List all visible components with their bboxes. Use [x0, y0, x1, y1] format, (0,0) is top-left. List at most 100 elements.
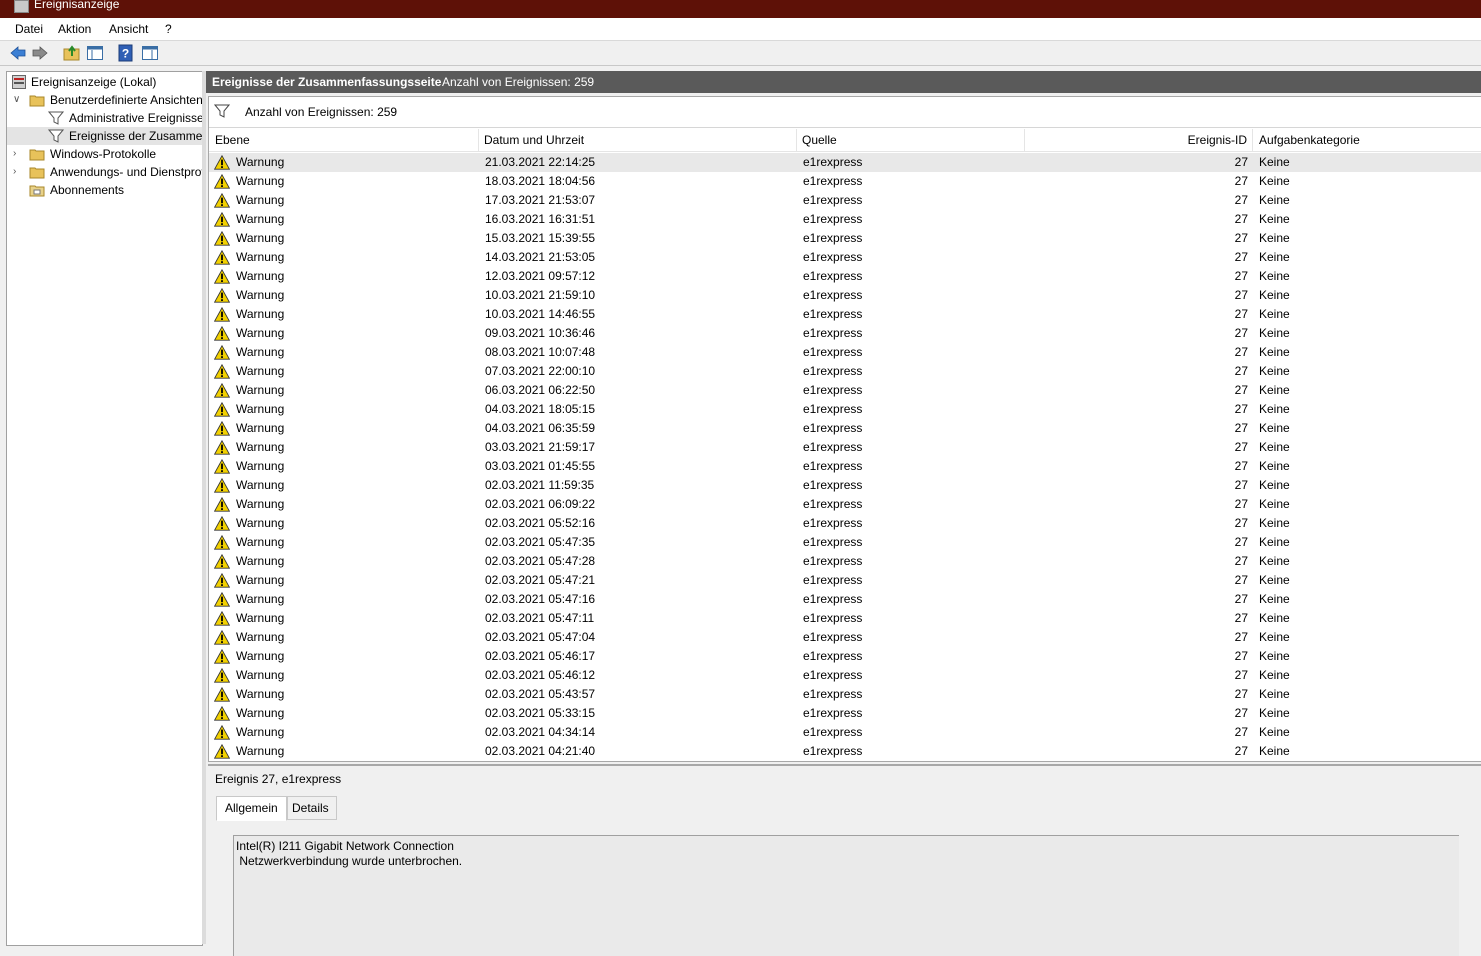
- cell-source: e1rexpress: [803, 516, 863, 530]
- cell-task-category: Keine: [1259, 459, 1290, 473]
- table-row[interactable]: Warnung 02.03.2021 11:59:35 e1rexpress 27 Ke…: [209, 476, 1481, 495]
- cell-datetime: 02.03.2021 05:43:57: [485, 687, 596, 701]
- tree-item-windows-logs[interactable]: › Windows-Protokolle: [7, 145, 202, 163]
- table-row[interactable]: Warnung 04.03.2021 18:05:15 e1rexpress 27 Ke…: [209, 400, 1481, 419]
- cell-level: Warnung: [236, 193, 285, 207]
- table-row[interactable]: Warnung 02.03.2021 05:52:16 e1rexpress 27 Ke…: [209, 514, 1481, 533]
- column-header-source[interactable]: Quelle: [797, 129, 1025, 151]
- cell-task-category: Keine: [1259, 155, 1290, 169]
- table-row[interactable]: Warnung 02.03.2021 06:09:22 e1rexpress 27 Ke…: [209, 495, 1481, 514]
- table-row[interactable]: Warnung 10.03.2021 14:46:55 e1rexpress 27 Ke…: [209, 305, 1481, 324]
- cell-datetime: 07.03.2021 22:00:10: [485, 364, 596, 378]
- cell-task-category: Keine: [1259, 250, 1290, 264]
- table-row[interactable]: Warnung 18.03.2021 18:04:56 e1rexpress 27 Ke…: [209, 172, 1481, 191]
- table-row[interactable]: Warnung 02.03.2021 05:47:11 e1rexpress 27 Ke…: [209, 609, 1481, 628]
- forward-arrow-icon[interactable]: [31, 44, 49, 62]
- menu-datei[interactable]: Datei: [15, 22, 43, 36]
- table-row[interactable]: Warnung 07.03.2021 22:00:10 e1rexpress 27 Ke…: [209, 362, 1481, 381]
- table-row[interactable]: Warnung 02.03.2021 05:33:15 e1rexpress 27 Ke…: [209, 704, 1481, 723]
- cell-source: e1rexpress: [803, 307, 863, 321]
- table-row[interactable]: Warnung 02.03.2021 05:47:28 e1rexpress 27 Ke…: [209, 552, 1481, 571]
- table-row[interactable]: Warnung 04.03.2021 06:35:59 e1rexpress 27 Ke…: [209, 419, 1481, 438]
- chevron-right-icon[interactable]: ›: [13, 167, 22, 177]
- table-row[interactable]: Warnung 02.03.2021 05:47:21 e1rexpress 27 Ke…: [209, 571, 1481, 590]
- table-row[interactable]: Warnung 12.03.2021 09:57:12 e1rexpress 27 Ke…: [209, 267, 1481, 286]
- cell-task-category: Keine: [1259, 592, 1290, 606]
- show-hide-action-icon[interactable]: [141, 44, 159, 62]
- warning-icon: [214, 364, 230, 379]
- table-row[interactable]: Warnung 03.03.2021 21:59:17 e1rexpress 27 Ke…: [209, 438, 1481, 457]
- warning-icon: [214, 668, 230, 683]
- chevron-right-icon[interactable]: ›: [13, 149, 22, 159]
- menu-ansicht[interactable]: Ansicht: [109, 22, 148, 36]
- table-row[interactable]: Warnung 03.03.2021 01:45:55 e1rexpress 27 Ke…: [209, 457, 1481, 476]
- cell-source: e1rexpress: [803, 668, 863, 682]
- table-row[interactable]: Warnung 02.03.2021 04:21:40 e1rexpress 27 Ke…: [209, 742, 1481, 761]
- table-row[interactable]: Warnung 02.03.2021 04:34:14 e1rexpress 27 Ke…: [209, 723, 1481, 742]
- table-row[interactable]: Warnung 02.03.2021 05:47:04 e1rexpress 27 Ke…: [209, 628, 1481, 647]
- cell-source: e1rexpress: [803, 573, 863, 587]
- back-arrow-icon[interactable]: [9, 44, 27, 62]
- warning-icon: [214, 402, 230, 417]
- cell-source: e1rexpress: [803, 554, 863, 568]
- help-icon[interactable]: ?: [117, 44, 135, 62]
- show-hide-tree-icon[interactable]: [86, 44, 104, 62]
- toolbar: ?: [0, 41, 1481, 66]
- folder-up-icon[interactable]: [63, 44, 81, 62]
- tree-item-custom-views[interactable]: ∨ Benutzerdefinierte Ansichten: [7, 91, 202, 109]
- cell-datetime: 10.03.2021 21:59:10: [485, 288, 596, 302]
- tree-item-root[interactable]: Ereignisanzeige (Lokal): [7, 73, 202, 91]
- table-row[interactable]: Warnung 08.03.2021 10:07:48 e1rexpress 27 Ke…: [209, 343, 1481, 362]
- table-row[interactable]: Warnung 02.03.2021 05:47:35 e1rexpress 27 Ke…: [209, 533, 1481, 552]
- view-title: Ereignisse der Zusammenfassungsseite: [212, 75, 442, 89]
- cell-datetime: 02.03.2021 04:34:14: [485, 725, 596, 739]
- table-row[interactable]: Warnung 15.03.2021 15:39:55 e1rexpress 27 Ke…: [209, 229, 1481, 248]
- tab-details[interactable]: Details: [287, 796, 337, 820]
- tree-item-subscriptions[interactable]: Abonnements: [7, 181, 202, 199]
- warning-icon: [214, 307, 230, 322]
- menu-help[interactable]: ?: [165, 22, 172, 36]
- table-row[interactable]: Warnung 02.03.2021 05:46:17 e1rexpress 27 Ke…: [209, 647, 1481, 666]
- folder-icon: [29, 167, 45, 179]
- cell-task-category: Keine: [1259, 402, 1290, 416]
- table-row[interactable]: Warnung 06.03.2021 06:22:50 e1rexpress 27 Ke…: [209, 381, 1481, 400]
- cell-task-category: Keine: [1259, 269, 1290, 283]
- table-row[interactable]: Warnung 14.03.2021 21:53:05 e1rexpress 27 Ke…: [209, 248, 1481, 267]
- cell-source: e1rexpress: [803, 535, 863, 549]
- cell-datetime: 21.03.2021 22:14:25: [485, 155, 596, 169]
- column-header-datetime[interactable]: Datum und Uhrzeit: [479, 129, 797, 151]
- filter-icon: [214, 104, 230, 118]
- cell-datetime: 02.03.2021 05:47:04: [485, 630, 596, 644]
- cell-source: e1rexpress: [803, 687, 863, 701]
- tab-allgemein[interactable]: Allgemein: [216, 796, 287, 821]
- table-row[interactable]: Warnung 21.03.2021 22:14:25 e1rexpress 27 Ke…: [209, 153, 1481, 172]
- menu-aktion[interactable]: Aktion: [58, 22, 91, 36]
- chevron-down-icon[interactable]: ∨: [13, 95, 22, 105]
- cell-task-category: Keine: [1259, 326, 1290, 340]
- cell-datetime: 12.03.2021 09:57:12: [485, 269, 596, 283]
- table-row[interactable]: Warnung 09.03.2021 10:36:46 e1rexpress 27 Ke…: [209, 324, 1481, 343]
- cell-event-id: 27: [1234, 744, 1248, 758]
- tree-item-summary-events[interactable]: Ereignisse der Zusammenfassungsseite: [7, 127, 202, 145]
- cell-task-category: Keine: [1259, 706, 1290, 720]
- table-row[interactable]: Warnung 16.03.2021 16:31:51 e1rexpress 27 Ke…: [209, 210, 1481, 229]
- warning-icon: [214, 440, 230, 455]
- column-header-task-category[interactable]: Aufgabenkategorie: [1253, 129, 1481, 151]
- table-row[interactable]: Warnung 02.03.2021 05:43:57 e1rexpress 27 Ke…: [209, 685, 1481, 704]
- warning-icon: [214, 421, 230, 436]
- cell-level: Warnung: [236, 231, 285, 245]
- cell-source: e1rexpress: [803, 326, 863, 340]
- table-row[interactable]: Warnung 02.03.2021 05:46:12 e1rexpress 27 Ke…: [209, 666, 1481, 685]
- cell-datetime: 04.03.2021 18:05:15: [485, 402, 596, 416]
- tree-item-admin-events[interactable]: Administrative Ereignisse: [7, 109, 202, 127]
- table-row[interactable]: Warnung 17.03.2021 21:53:07 e1rexpress 27 Ke…: [209, 191, 1481, 210]
- cell-source: e1rexpress: [803, 459, 863, 473]
- cell-task-category: Keine: [1259, 611, 1290, 625]
- column-header-event-id[interactable]: Ereignis-ID: [1025, 129, 1253, 151]
- cell-level: Warnung: [236, 440, 285, 454]
- table-row[interactable]: Warnung 10.03.2021 21:59:10 e1rexpress 27 Ke…: [209, 286, 1481, 305]
- tree-item-app-service-logs[interactable]: › Anwendungs- und Dienstprotokolle: [7, 163, 202, 181]
- column-header-level[interactable]: Ebene: [209, 129, 479, 151]
- cell-level: Warnung: [236, 725, 285, 739]
- table-row[interactable]: Warnung 02.03.2021 05:47:16 e1rexpress 27 Ke…: [209, 590, 1481, 609]
